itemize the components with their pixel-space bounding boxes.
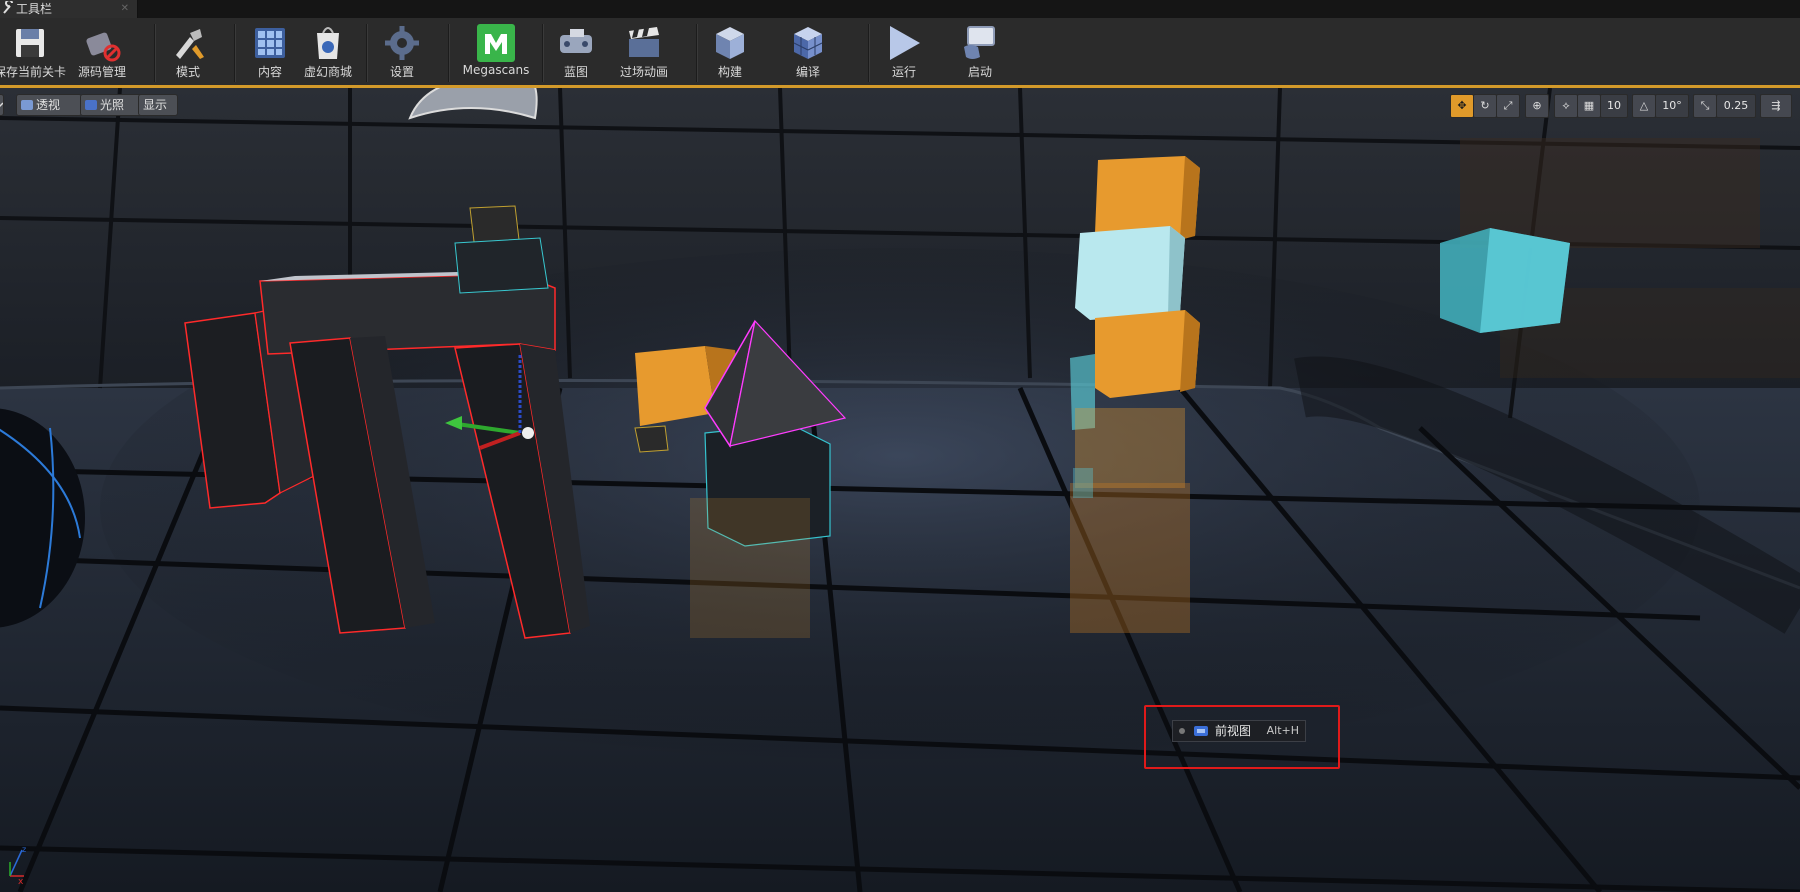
blueprint-button[interactable]: 蓝图 [546, 20, 606, 82]
toolbar-label: 运行 [891, 65, 916, 79]
scale-snap-value[interactable]: 0.25 [1716, 94, 1756, 118]
toolbar-separator [154, 24, 156, 82]
cinematics-icon [629, 27, 659, 57]
toolbar-label: 启动 [967, 65, 992, 79]
source-control-icon [86, 32, 121, 62]
scene-render [0, 88, 1800, 892]
toolbar-separator [234, 24, 236, 82]
build-button[interactable]: 构建 [700, 20, 760, 82]
lighting-label: 光照 [100, 98, 125, 112]
play-icon [890, 26, 920, 60]
save-current-level-button[interactable]: 保存当前关卡 [0, 20, 66, 82]
toolbar-label: 保存当前关卡 [0, 65, 67, 79]
toolbar-separator [542, 24, 544, 82]
scale-snap-toggle[interactable]: ⤡ [1693, 94, 1717, 118]
tab-label: 工具栏 [16, 2, 53, 16]
grid-icon: ▦ [1583, 99, 1595, 112]
toolbar-separator [868, 24, 870, 82]
compile-icon [793, 27, 823, 59]
toolbar-label: 源码管理 [77, 65, 126, 79]
chevron-down-icon [0, 102, 4, 108]
build-icon [716, 27, 744, 59]
scale-mode-button[interactable]: ⤢ [1496, 94, 1520, 118]
lighting-button[interactable]: 光照 [80, 94, 142, 116]
move-icon: ✥ [1457, 99, 1467, 112]
toolbar-label: 模式 [175, 65, 200, 79]
modes-button[interactable]: 模式 [158, 20, 218, 82]
launch-button[interactable]: 启动 [950, 20, 1010, 82]
svg-text:z: z [22, 845, 26, 854]
toolbar-label: 过场动画 [619, 65, 668, 79]
blueprint-icon [560, 29, 592, 53]
level-viewport[interactable]: 透视 光照 显示 ✥ ↻ ⤢ ⊕ ⟡ ▦ 10 △ 10° ⤡ 0.25 ⇶ z… [0, 88, 1800, 892]
angle-icon: △ [1639, 99, 1649, 112]
megascans-button[interactable]: Megascans [456, 20, 536, 82]
viewport-options-button[interactable] [0, 94, 4, 116]
menu-item-label: 前视图 [1215, 724, 1252, 738]
play-button[interactable]: 运行 [874, 20, 934, 82]
toolbar-separator [696, 24, 698, 82]
rotation-snap-value[interactable]: 10° [1655, 94, 1689, 118]
axis-indicator: z x [9, 845, 26, 884]
toolbar-separator [448, 24, 450, 82]
scale-icon: ⤢ [1503, 99, 1513, 112]
main-toolbar: 保存当前关卡 源码管理 模式 内容 虚幻商城 设置 Megascans 蓝图 过… [0, 18, 1800, 85]
content-browser-icon [255, 28, 285, 58]
svg-text:x: x [18, 877, 24, 884]
lit-icon [85, 100, 97, 110]
title-tab-strip: 工具栏 ✕ [0, 0, 1800, 18]
toolbar-label: 编译 [795, 65, 820, 79]
orange-cube [635, 346, 715, 426]
scale-snap-icon: ⤡ [1700, 99, 1710, 112]
compile-button[interactable]: 编译 [778, 20, 838, 82]
toolbar-tab[interactable]: 工具栏 ✕ [0, 0, 138, 18]
rotation-snap-toggle[interactable]: △ [1632, 94, 1656, 118]
toolbar-label: 蓝图 [563, 65, 588, 79]
modes-icon [176, 29, 204, 59]
toolbar-separator [366, 24, 368, 82]
rotate-icon: ↻ [1480, 99, 1490, 112]
megascans-icon [477, 24, 515, 62]
surface-snap-button[interactable]: ⟡ [1554, 94, 1578, 118]
surface-snap-icon: ⟡ [1562, 99, 1570, 112]
settings-button[interactable]: 设置 [372, 20, 432, 82]
cinematics-button[interactable]: 过场动画 [614, 20, 674, 82]
grid-snap-value[interactable]: 10 [1600, 94, 1628, 118]
wrench-icon [3, 1, 13, 14]
camera-speed-icon: ⇶ [1771, 99, 1781, 112]
toolbar-label: 设置 [389, 65, 414, 79]
menu-item-shortcut: Alt+H [1266, 724, 1299, 737]
globe-icon: ⊕ [1532, 99, 1542, 112]
camera-speed-button[interactable]: ⇶ [1760, 94, 1792, 118]
camera-view-icon [1194, 726, 1208, 736]
toolbar-label: 虚幻商城 [303, 65, 352, 79]
show-label: 显示 [143, 98, 168, 112]
perspective-button[interactable]: 透视 [16, 94, 82, 116]
marketplace-button[interactable]: 虚幻商城 [298, 20, 358, 82]
show-button[interactable]: 显示 [138, 94, 178, 116]
grid-snap-toggle[interactable]: ▦ [1577, 94, 1601, 118]
toolbar-label: 构建 [717, 65, 742, 79]
save-icon [16, 29, 44, 57]
perspective-icon [21, 100, 33, 110]
rotate-mode-button[interactable]: ↻ [1473, 94, 1497, 118]
toolbar-label: 内容 [257, 65, 282, 79]
content-button[interactable]: 内容 [240, 20, 300, 82]
source-control-button[interactable]: 源码管理 [72, 20, 132, 82]
perspective-label: 透视 [36, 98, 61, 112]
toolbar-label: Megascans [462, 63, 530, 77]
radio-dot-icon [1179, 728, 1185, 734]
tab-close-icon[interactable]: ✕ [121, 0, 129, 18]
settings-icon [385, 26, 419, 60]
world-local-toggle[interactable]: ⊕ [1525, 94, 1549, 118]
launch-icon [964, 26, 995, 59]
front-view-menu-item[interactable]: 前视图 Alt+H [1172, 720, 1306, 742]
marketplace-icon [317, 27, 339, 59]
translate-mode-button[interactable]: ✥ [1450, 94, 1474, 118]
